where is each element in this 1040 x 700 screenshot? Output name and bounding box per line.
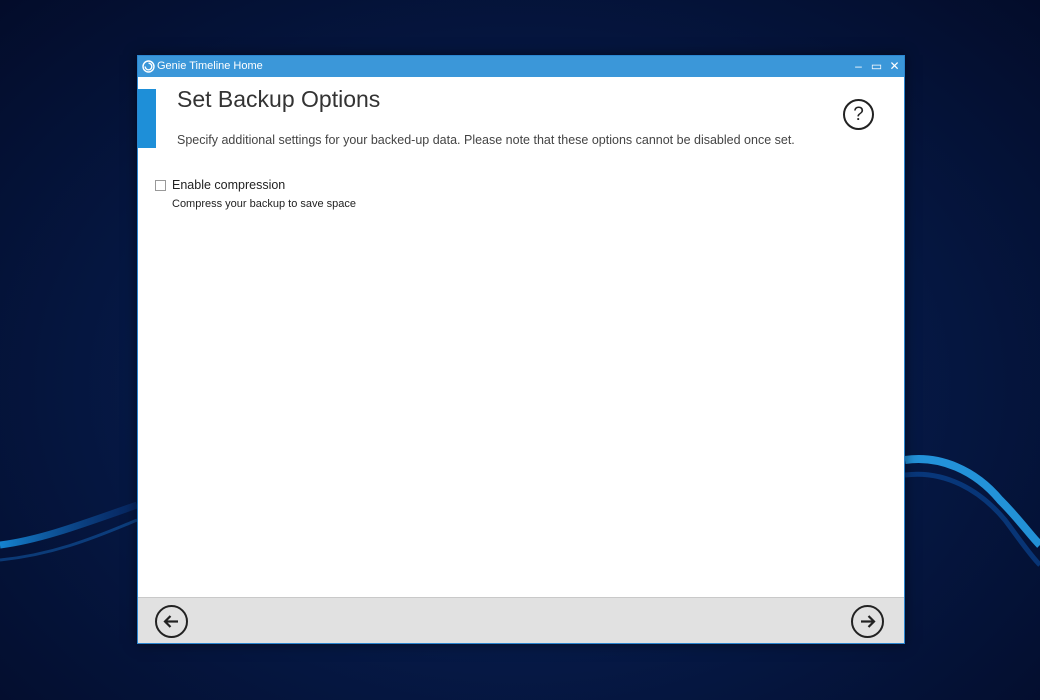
app-window: Genie Timeline Home – ▭ ✕ Set Backup Opt… <box>137 55 905 644</box>
close-button[interactable]: ✕ <box>886 56 903 77</box>
enable-compression-label[interactable]: Enable compression <box>172 178 285 192</box>
arrow-left-icon <box>163 615 178 628</box>
enable-compression-checkbox[interactable] <box>155 180 166 191</box>
page-title: Set Backup Options <box>177 86 381 112</box>
genie-logo-icon <box>142 60 155 73</box>
help-button[interactable]: ? <box>843 99 874 130</box>
title-bar[interactable]: Genie Timeline Home – ▭ ✕ <box>138 56 904 77</box>
arrow-right-icon <box>861 615 876 628</box>
minimize-button[interactable]: – <box>850 56 867 77</box>
page-subtitle: Specify additional settings for your bac… <box>177 133 795 147</box>
maximize-button[interactable]: ▭ <box>868 56 885 77</box>
window-title: Genie Timeline Home <box>157 60 263 72</box>
header-accent-bar <box>138 89 156 148</box>
compression-description: Compress your backup to save space <box>172 198 357 210</box>
desktop-background: Genie Timeline Home – ▭ ✕ Set Backup Opt… <box>0 0 1040 700</box>
footer-bar <box>138 597 904 643</box>
next-button[interactable] <box>851 605 884 638</box>
back-button[interactable] <box>155 605 188 638</box>
